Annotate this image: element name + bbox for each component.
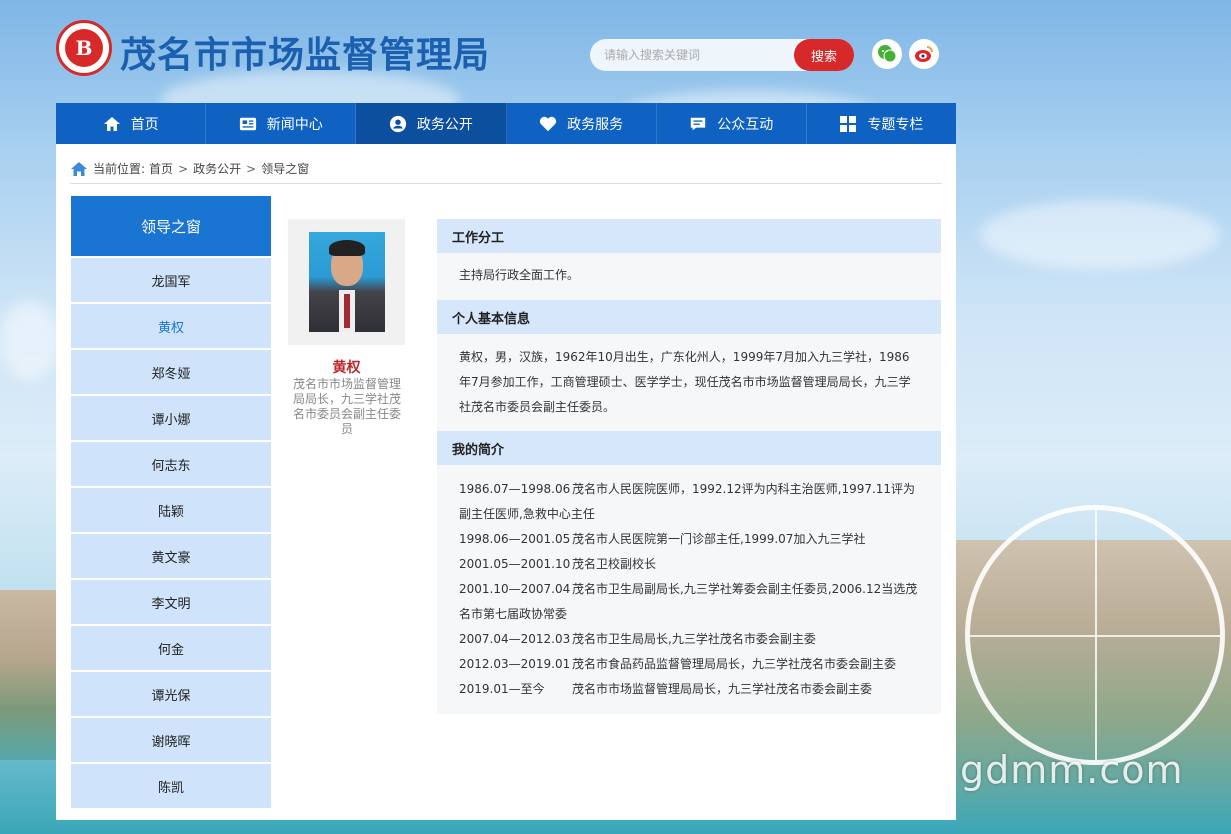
city-skyline-left [0,590,60,760]
sidebar-item-leader[interactable]: 黄文豪 [71,534,271,578]
resume-continuation: 名市第七届政协常委 [459,607,568,621]
resume-entry: 1986.07—1998.06 茂名市人民医院医师，1992.12评为内科主治医… [459,477,919,502]
sidebar-item-leader[interactable]: 陆颖 [71,488,271,532]
sidebar-item-leader[interactable]: 谢晓晖 [71,718,271,762]
nav-item-home[interactable]: 首页 [56,103,207,144]
resume-date: 2019.01—至今 [459,682,545,696]
leader-title: 茂名市市场监督管理局局长，九三学社茂名市委员会副主任委员 [292,377,401,436]
resume-text: 茂名市市场监督管理局局长，九三学社茂名市委会副主委 [572,682,873,696]
resume-text: 茂名市卫生局副局长,九三学社筹委会副主任委员,2006.12当选茂 [572,582,918,596]
nav-item-topics[interactable]: 专题专栏 [807,103,956,144]
section-body-resume: 1986.07—1998.06 茂名市人民医院医师，1992.12评为内科主治医… [437,465,941,714]
nav-item-interaction[interactable]: 公众互动 [657,103,807,144]
grid-icon [839,115,857,133]
heart-icon [539,115,557,133]
user-circle-icon [389,115,407,133]
resume-entry: 2001.05—2001.10 茂名卫校副校长 [459,552,919,577]
sidebar-item-leader[interactable]: 何金 [71,626,271,670]
nav-label: 政务公开 [416,116,473,133]
wechat-icon [878,45,897,63]
resume-continuation: 副主任医师,急救中心主任 [459,507,595,521]
wechat-link[interactable] [872,39,902,69]
resume-date: 2007.04—2012.03 [459,632,571,646]
search-button[interactable]: 搜索 [794,39,854,71]
site-title[interactable]: 茂名市市场监督管理局 [120,26,490,78]
resume-entry: 2012.03—2019.01 茂名市食品药品监督管理局局长，九三学社茂名市委会… [459,652,919,677]
site-logo[interactable]: B [56,20,112,76]
resume-text: 茂名市卫生局局长,九三学社茂名市委会副主委 [572,632,816,646]
news-icon [239,115,257,133]
nav-label: 专题专栏 [867,116,924,133]
sidebar-item-leader-active[interactable]: 黄权 [71,304,271,348]
breadcrumb-gov-affairs-link[interactable]: 政务公开 [193,160,241,177]
resume-entry: 2019.01—至今 茂名市市场监督管理局局长，九三学社茂名市委会副主委 [459,677,919,702]
breadcrumb: 当前位置: 首页 > 政务公开 > 领导之窗 [70,158,942,184]
main-nav: 首页 新闻中心 政务公开 政务服务 公众互动 专题专栏 [56,103,956,144]
leader-portrait [308,232,385,332]
resume-date: 2001.05—2001.10 [459,557,571,571]
search-bar: 搜索 [590,39,854,71]
ferris-wheel-image [965,505,1225,765]
logo-mark: B [65,29,103,67]
weibo-icon [915,46,933,62]
sidebar-item-leader[interactable]: 谭小娜 [71,396,271,440]
sidebar-item-leader[interactable]: 李文明 [71,580,271,624]
sidebar-item-leader[interactable]: 郑冬娅 [71,350,271,394]
sidebar-item-leader[interactable]: 谭光保 [71,672,271,716]
nav-item-gov-services[interactable]: 政务服务 [507,103,657,144]
sidebar-item-leader[interactable]: 陈凯 [71,764,271,808]
breadcrumb-separator: > [246,161,257,176]
city-skyline-right [956,540,1231,834]
resume-entry: 2001.10—2007.04 茂名市卫生局副局长,九三学社筹委会副主任委员,2… [459,577,919,602]
content-panel: 当前位置: 首页 > 政务公开 > 领导之窗 领导之窗 龙国军 黄权 郑冬娅 谭… [56,144,956,820]
sidebar-heading: 领导之窗 [71,196,271,256]
nav-label: 公众互动 [717,116,774,133]
resume-text: 茂名市人民医院医师，1992.12评为内科主治医师,1997.11评为 [572,482,916,496]
home-icon [71,161,87,176]
nav-item-gov-affairs[interactable]: 政务公开 [356,103,507,144]
section-heading-duty: 工作分工 [437,219,941,253]
resume-entry: 2007.04—2012.03 茂名市卫生局局长,九三学社茂名市委会副主委 [459,627,919,652]
leader-photo-card [288,219,405,345]
nav-item-news[interactable]: 新闻中心 [206,103,357,144]
nav-label: 政务服务 [567,116,624,133]
section-heading-resume: 我的简介 [437,431,941,465]
chat-icon [689,115,707,133]
resume-date: 1986.07—1998.06 [459,482,571,496]
section-heading-basic-info: 个人基本信息 [437,300,941,334]
nav-label: 首页 [130,116,159,133]
resume-date: 1998.06—2001.05 [459,532,571,546]
search-input[interactable] [604,39,784,71]
resume-text: 茂名卫校副校长 [572,557,657,571]
breadcrumb-home-link[interactable]: 首页 [149,160,173,177]
sidebar-item-leader[interactable]: 龙国军 [71,258,271,302]
weibo-link[interactable] [909,39,939,69]
watermark: gdmm.com [960,748,1184,792]
leader-sidebar: 领导之窗 龙国军 黄权 郑冬娅 谭小娜 何志东 陆颖 黄文豪 李文明 何金 谭光… [71,196,271,810]
breadcrumb-separator: > [178,161,189,176]
resume-text: 茂名市食品药品监督管理局局长，九三学社茂名市委会副主委 [572,657,897,671]
sidebar-item-leader[interactable]: 何志东 [71,442,271,486]
resume-entry: 1998.06—2001.05 茂名市人民医院第一门诊部主任,1999.07加入… [459,527,919,552]
resume-text: 茂名市人民医院第一门诊部主任,1999.07加入九三学社 [572,532,866,546]
leader-info: 工作分工 主持局行政全面工作。 个人基本信息 黄权，男，汉族，1962年10月出… [437,219,941,714]
resume-date: 2001.10—2007.04 [459,582,571,596]
home-icon [103,115,121,133]
breadcrumb-current[interactable]: 领导之窗 [261,160,309,177]
section-body-duty: 主持局行政全面工作。 [437,253,941,300]
resume-date: 2012.03—2019.01 [459,657,571,671]
section-body-basic-info: 黄权，男，汉族，1962年10月出生，广东化州人，1999年7月加入九三学社，1… [437,334,941,431]
nav-label: 新闻中心 [266,116,323,133]
leader-name: 黄权 [332,360,361,376]
breadcrumb-prefix: 当前位置: [93,162,146,176]
